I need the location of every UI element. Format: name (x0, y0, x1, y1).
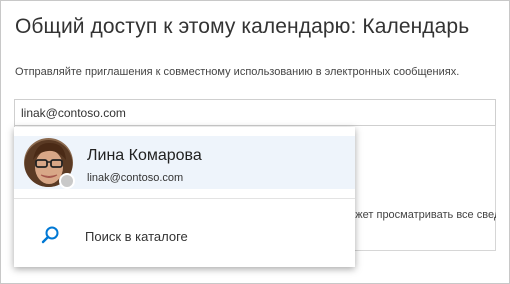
suggestion-person[interactable]: Лина Комарова linak@contoso.com (14, 136, 355, 189)
search-directory-button[interactable]: Поиск в каталоге (14, 217, 355, 257)
search-icon (41, 226, 59, 244)
search-directory-label: Поиск в каталоге (85, 229, 188, 244)
permission-dropdown[interactable]: Может просматривать все сведения (340, 205, 496, 225)
person-name: Лина Комарова (87, 147, 202, 164)
share-instructions: Отправляйте приглашения к совместному ис… (15, 66, 460, 78)
person-email: linak@contoso.com (87, 172, 184, 184)
recipient-input[interactable] (14, 99, 496, 126)
dialog-title: Общий доступ к этому календарю: Календар… (15, 15, 470, 38)
suggestions-dropdown: Лина Комарова linak@contoso.com Поиск в … (14, 127, 355, 267)
suggestions-divider (14, 198, 355, 199)
presence-status-icon (59, 173, 75, 189)
permission-dropdown-label: Может просматривать все сведения (340, 209, 496, 221)
